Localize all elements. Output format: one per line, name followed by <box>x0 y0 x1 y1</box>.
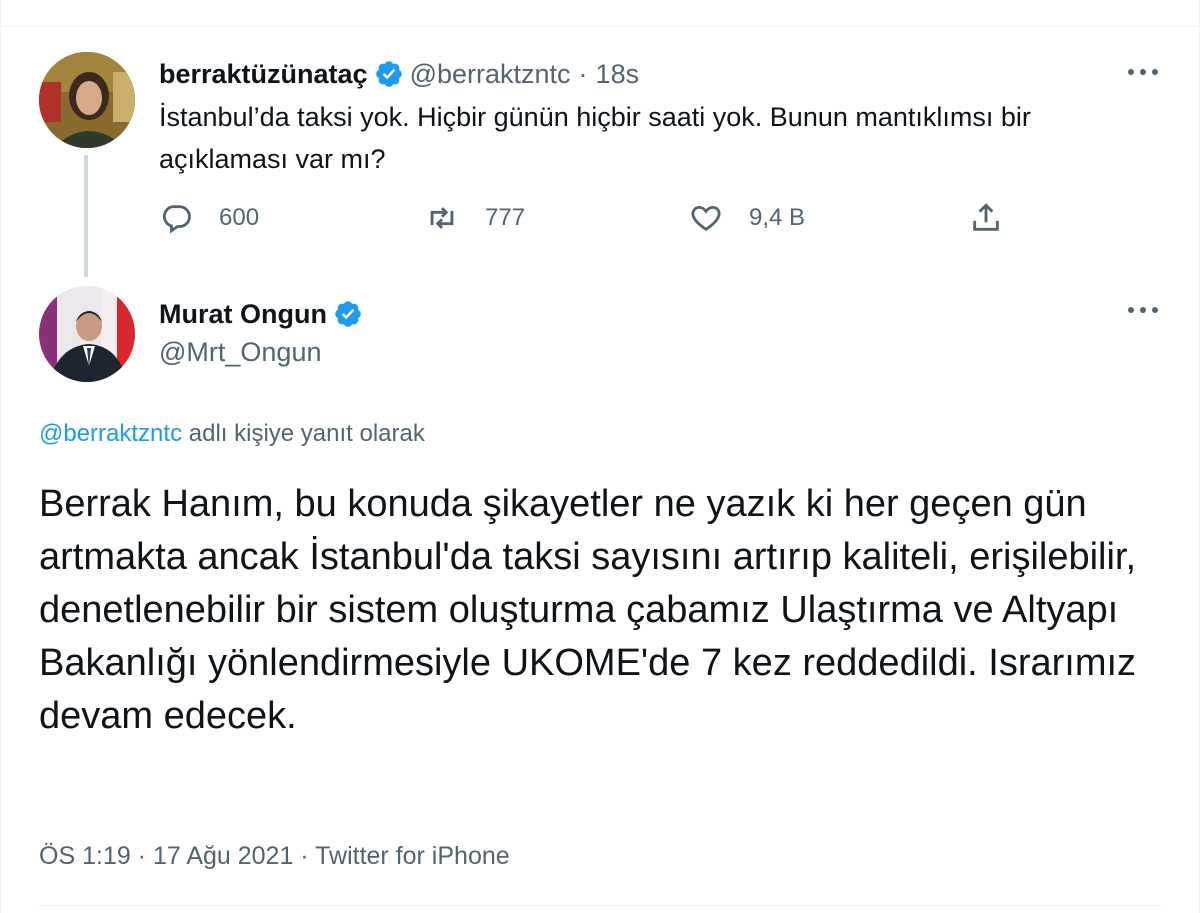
handle[interactable]: @Mrt_Ongun <box>159 337 321 368</box>
reply-count: 600 <box>219 204 260 231</box>
like-button[interactable]: 9,4 B <box>689 196 805 240</box>
display-name[interactable]: berraktüzünataç <box>159 59 368 90</box>
tweet-meta[interactable]: ÖS 1:19 · 17 Ağu 2021 · Twitter for iPho… <box>39 842 510 871</box>
avatar[interactable] <box>39 52 135 148</box>
reply-tweet-text: Berrak Hanım, bu konuda şikayetler ne ya… <box>39 483 1137 737</box>
separator: · <box>578 58 588 89</box>
replying-to: @berraktzntc adlı kişiye yanıt olarak <box>39 420 425 448</box>
verified-badge-icon <box>333 299 363 329</box>
reply-mention-link[interactable]: @berraktzntc <box>39 420 182 447</box>
verified-badge-icon <box>374 59 404 89</box>
replying-to-label: adlı kişiye yanıt olarak <box>182 420 425 447</box>
reply-icon <box>162 205 191 234</box>
timestamp[interactable]: 18s <box>596 59 640 90</box>
display-name[interactable]: Murat Ongun <box>159 299 327 330</box>
parent-tweet-header: berraktüzünataç @berraktzntc · 18s <box>159 55 639 93</box>
retweet-count: 777 <box>485 204 526 231</box>
more-icon[interactable] <box>1121 60 1165 84</box>
divider <box>1 26 1199 27</box>
retweet-icon <box>430 207 454 229</box>
action-bar: 600 777 9,4 B <box>159 196 1019 240</box>
avatar[interactable] <box>39 286 135 382</box>
handle[interactable]: @berraktzntc <box>410 59 571 90</box>
heart-icon <box>691 205 721 231</box>
share-icon <box>973 203 999 231</box>
reply-tweet-header: Murat Ongun <box>159 295 369 333</box>
retweet-button[interactable]: 777 <box>425 196 525 240</box>
divider <box>39 905 1161 906</box>
more-icon[interactable] <box>1121 298 1165 322</box>
like-count: 9,4 B <box>749 204 806 231</box>
thread-connector <box>84 155 88 277</box>
tweet-detail: berraktüzünataç @berraktzntc · 18s İstan… <box>0 0 1200 913</box>
parent-tweet-text: İstanbul’da taksi yok. Hiçbir günün hiçb… <box>159 102 1031 174</box>
share-button[interactable] <box>969 196 1003 240</box>
reply-button[interactable]: 600 <box>159 196 259 240</box>
